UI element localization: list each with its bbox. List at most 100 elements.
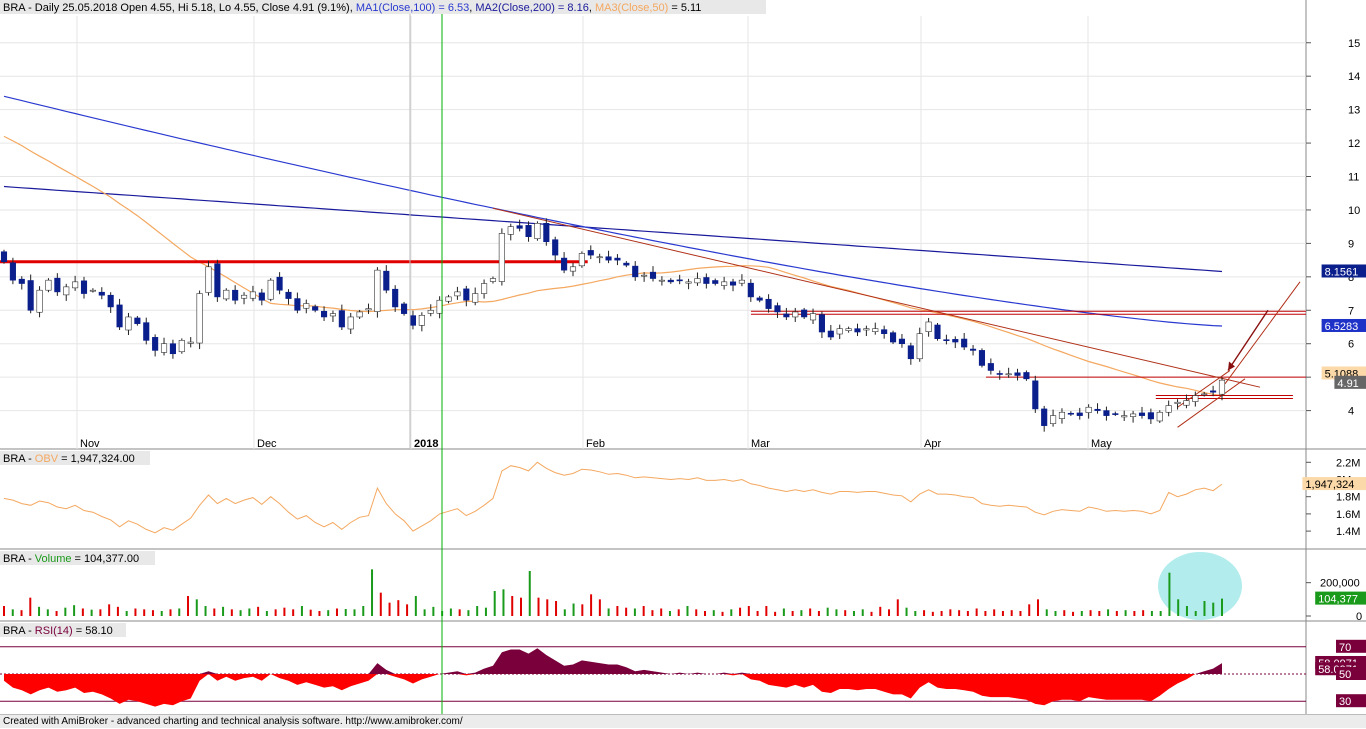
candle-up (1058, 411, 1066, 419)
candle-down (1210, 390, 1217, 393)
candle-up (329, 313, 337, 317)
candle-down (605, 256, 612, 261)
volume-header: BRA - Volume = 104,377.00 (3, 553, 139, 565)
candle-up (507, 226, 514, 235)
candle-down (152, 337, 159, 351)
candle-down (9, 262, 16, 281)
candle-down (854, 328, 861, 333)
candle-down (27, 280, 34, 311)
candle-up (72, 281, 79, 289)
candle-up (249, 291, 256, 299)
month-label: Nov (80, 438, 100, 450)
candle-up (267, 279, 274, 300)
candle-up (365, 308, 372, 311)
price-header: BRA - Daily 25.05.2018 Open 4.55, Hi 5.1… (3, 2, 701, 14)
candle-down (889, 332, 897, 343)
candle-up (578, 253, 585, 267)
chart-canvas[interactable]: 456789101112131415 NovDec2018FebMarAprMa… (0, 0, 1366, 714)
obv-tick-label: 1.6M (1336, 509, 1360, 521)
candle-down (321, 310, 328, 318)
candle-up (356, 311, 363, 318)
candle-up (1192, 395, 1199, 402)
candle-up (836, 328, 843, 335)
candle-down (943, 339, 950, 341)
volume-highlight-ellipse (1158, 552, 1242, 620)
candle-down (667, 279, 674, 283)
candle-up (1085, 406, 1092, 413)
candle-up (196, 293, 203, 344)
obv-header: BRA - OBV = 1,947,324.00 (3, 453, 135, 465)
price-tick-label: 10 (1348, 205, 1360, 217)
price-tick-label: 9 (1348, 238, 1354, 250)
candle-down (898, 338, 905, 345)
month-label: 2018 (414, 438, 438, 450)
price-tick-label: 13 (1348, 105, 1360, 117)
obv-tick-label: 1.8M (1336, 492, 1360, 504)
candle-down (543, 223, 550, 243)
price-tick-label: 15 (1348, 38, 1360, 50)
candle-down (703, 277, 710, 284)
candle-down (614, 257, 621, 261)
candle-up (1174, 401, 1181, 404)
price-tick-label: 7 (1348, 305, 1354, 317)
candle-down (649, 271, 657, 279)
candle-down (1138, 412, 1146, 416)
candle-up (489, 278, 497, 282)
candle-down (0, 251, 8, 263)
candle-up (1005, 373, 1012, 376)
candle-down (1076, 412, 1083, 416)
volume-tick-label: 200,000 (1320, 578, 1360, 590)
candle-up (454, 291, 461, 297)
chart-window: 456789101112131415 NovDec2018FebMarAprMa… (0, 0, 1366, 728)
candle-down (525, 225, 532, 238)
candle-down (1094, 408, 1101, 411)
candle-up (925, 321, 932, 332)
price-tag-0: 8.1561 (1325, 266, 1359, 278)
candle-up (863, 328, 870, 331)
status-text: Created with AmiBroker - advanced charti… (3, 716, 463, 727)
candle-up (445, 296, 452, 302)
candle-up (569, 266, 577, 272)
candle-up (1130, 413, 1137, 417)
candle-down (169, 343, 176, 355)
volume-tick-label: 0 (1356, 611, 1362, 623)
candle-down (1032, 380, 1039, 410)
candle-down (116, 304, 123, 328)
candle-up (721, 281, 728, 286)
candle-down (970, 348, 977, 351)
candle-down (294, 298, 301, 311)
price-tick-label: 4 (1348, 406, 1354, 418)
candle-down (134, 317, 141, 324)
rsi-tag-3: 50 (1339, 669, 1351, 681)
month-label: Dec (257, 438, 277, 450)
candle-down (783, 313, 790, 318)
obv-tick-label: 1.4M (1336, 526, 1360, 538)
candle-down (1023, 372, 1030, 380)
candle-down (907, 345, 914, 360)
month-label: Mar (751, 438, 770, 450)
candle-up (125, 316, 132, 331)
candle-down (632, 265, 639, 278)
candle-down (623, 262, 630, 266)
candle-down (1067, 412, 1074, 415)
candle-up (809, 313, 817, 321)
candle-down (1147, 412, 1154, 420)
candle-up (45, 279, 52, 291)
candle-up (347, 316, 354, 330)
candle-up (303, 303, 310, 309)
candle-down (978, 350, 986, 366)
price-tag-3: 4.91 (1337, 378, 1358, 390)
rsi-tag-4: 30 (1339, 696, 1351, 708)
candle-down (258, 292, 265, 301)
candle-down (232, 289, 239, 301)
candle-up (916, 333, 923, 360)
candle-up (658, 279, 665, 282)
candle-up (374, 269, 381, 312)
candle-down (143, 322, 150, 341)
candle-down (516, 225, 523, 229)
candle-up (792, 311, 799, 318)
price-tick-label: 14 (1348, 71, 1360, 83)
candle-up (872, 328, 879, 332)
candle-up (1165, 405, 1172, 413)
candle-up (1156, 411, 1163, 422)
